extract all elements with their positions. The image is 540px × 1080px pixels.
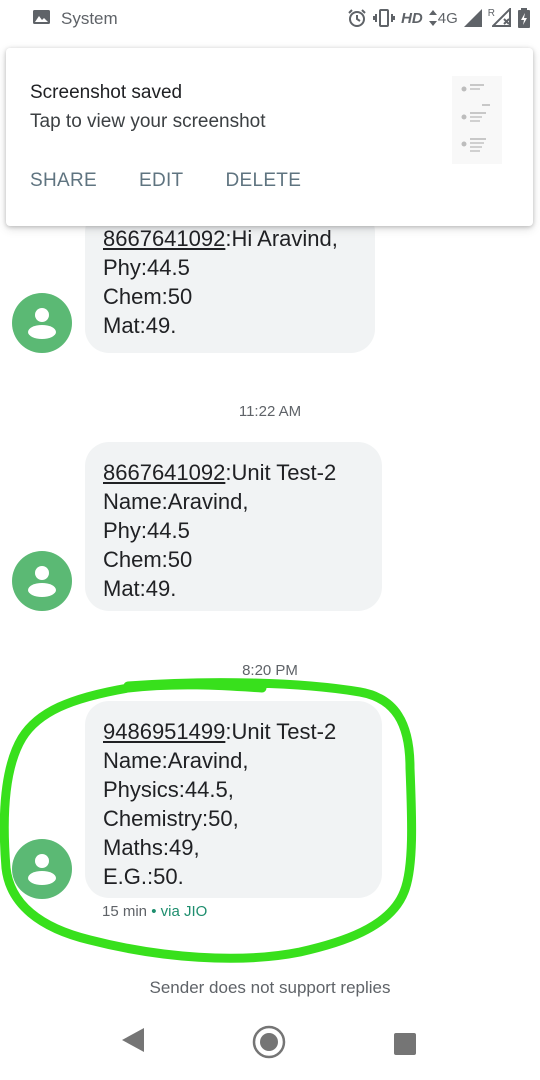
battery-icon bbox=[518, 8, 530, 28]
message-text: Physics:44.5, bbox=[103, 777, 234, 802]
avatar[interactable] bbox=[12, 293, 72, 353]
back-icon[interactable] bbox=[120, 1026, 146, 1054]
message-text: Name:Aravind, bbox=[103, 489, 249, 514]
recents-icon[interactable] bbox=[393, 1032, 417, 1056]
delete-button[interactable]: DELETE bbox=[225, 170, 301, 192]
reply-unsupported-note: Sender does not support replies bbox=[149, 978, 391, 997]
message-text: :Unit Test-2 bbox=[225, 719, 337, 744]
hd-indicator: HD bbox=[401, 9, 423, 27]
message-text: E.G.:50. bbox=[103, 864, 184, 889]
data-arrows-icon bbox=[428, 10, 437, 26]
meta-separator: • bbox=[151, 903, 157, 920]
notification-text: Tap to view your screenshot bbox=[30, 111, 266, 132]
message-bubble[interactable]: 8667641092:Hi Aravind, Phy:44.5 Chem:50 … bbox=[85, 208, 375, 353]
status-bar: System HD 4G R bbox=[0, 0, 540, 38]
message-text: Chem:50 bbox=[103, 547, 193, 572]
edit-button[interactable]: EDIT bbox=[139, 170, 183, 192]
message-text: :Hi Aravind, bbox=[225, 226, 338, 251]
status-icons: HD 4G R bbox=[347, 7, 530, 29]
avatar[interactable] bbox=[12, 839, 72, 899]
network-type: 4G bbox=[437, 9, 458, 27]
screenshot-notification[interactable]: Screenshot saved Tap to view your screen… bbox=[6, 48, 533, 226]
sender-number-link[interactable]: 8667641092 bbox=[103, 460, 225, 485]
home-icon[interactable] bbox=[252, 1025, 286, 1059]
avatar[interactable] bbox=[12, 551, 72, 611]
message-text: Maths:49, bbox=[103, 835, 200, 860]
navigation-bar bbox=[0, 1010, 540, 1080]
carrier-label: via JIO bbox=[160, 903, 208, 920]
person-icon bbox=[28, 566, 56, 597]
message-age: 15 min bbox=[102, 903, 148, 920]
screenshot-thumbnail[interactable] bbox=[452, 76, 502, 164]
person-icon bbox=[28, 308, 56, 339]
message-text: :Unit Test-2 bbox=[225, 460, 337, 485]
message-text: Mat:49. bbox=[103, 576, 177, 601]
alarm-icon bbox=[348, 9, 366, 27]
signal-icon bbox=[463, 9, 482, 27]
message-meta: 15 min • via JIO bbox=[102, 903, 207, 920]
notification-actions: SHARE EDIT DELETE bbox=[30, 170, 301, 192]
roaming-signal-icon bbox=[492, 8, 511, 27]
message-bubble[interactable]: 9486951499:Unit Test-2 Name:Aravind, Phy… bbox=[85, 701, 382, 898]
image-icon bbox=[33, 10, 50, 24]
vibrate-icon bbox=[373, 9, 396, 27]
message-text: Mat:49. bbox=[103, 313, 177, 338]
message-text: Phy:44.5 bbox=[103, 255, 190, 280]
message-text: Chem:50 bbox=[103, 284, 193, 309]
share-button[interactable]: SHARE bbox=[30, 170, 97, 192]
person-icon bbox=[28, 854, 56, 885]
status-app-name: System bbox=[61, 9, 118, 28]
message-bubble[interactable]: 8667641092:Unit Test-2 Name:Aravind, Phy… bbox=[85, 442, 382, 611]
message-text: Phy:44.5 bbox=[103, 518, 190, 543]
message-text: Name:Aravind, bbox=[103, 748, 249, 773]
message-timestamp: 11:22 AM bbox=[238, 403, 302, 420]
sender-number-link[interactable]: 9486951499 bbox=[103, 719, 225, 744]
message-timestamp: 8:20 PM bbox=[242, 662, 298, 679]
sender-number-link[interactable]: 8667641092 bbox=[103, 226, 225, 251]
notification-title: Screenshot saved bbox=[30, 82, 183, 103]
message-text: Chemistry:50, bbox=[103, 806, 239, 831]
